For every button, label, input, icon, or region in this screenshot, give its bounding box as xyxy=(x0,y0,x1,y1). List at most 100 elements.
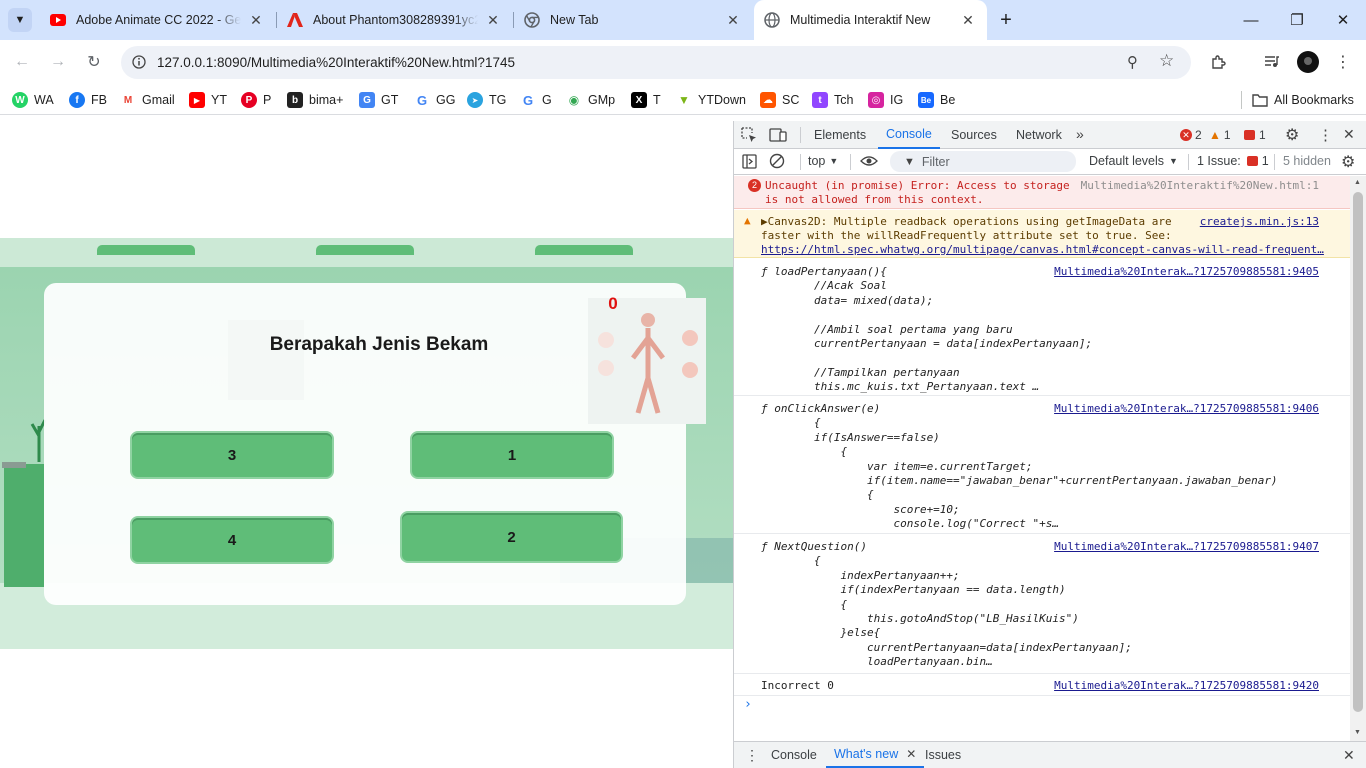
issues-label: 1 Issue: xyxy=(1197,154,1241,168)
warning-source-link[interactable]: createjs.min.js:13 xyxy=(1200,215,1319,228)
bookmark-p[interactable]: PP xyxy=(241,90,271,110)
close-window-icon[interactable]: ✕ xyxy=(1320,0,1366,40)
divider xyxy=(1188,154,1189,170)
bookmark-gmail[interactable]: M Gmail xyxy=(120,90,175,110)
drawer-tab-console[interactable]: Console xyxy=(771,742,817,768)
bookmark-t[interactable]: XT xyxy=(631,90,661,110)
tab-new-tab[interactable]: New Tab ✕ xyxy=(514,0,752,40)
info-icon[interactable] xyxy=(131,54,147,70)
warning-text-line1[interactable]: ▶Canvas2D: Multiple readback operations … xyxy=(761,215,1172,228)
bookmark-tch[interactable]: t Tch xyxy=(812,90,853,110)
close-tab-icon[interactable]: ✕ xyxy=(959,11,977,29)
console-settings-gear-icon[interactable]: ⚙ xyxy=(1341,152,1355,172)
function-source-NextQuestion[interactable]: ƒ NextQuestion() { indexPertanyaan++; if… xyxy=(761,540,1132,670)
settings-gear-icon[interactable]: ⚙ xyxy=(1285,125,1299,145)
close-drawer-icon[interactable]: ✕ xyxy=(1343,747,1355,764)
inspect-element-icon[interactable] xyxy=(741,127,757,143)
tab-multimedia-interaktif[interactable]: Multimedia Interaktif New ✕ xyxy=(754,0,987,40)
drawer-tab-whats-new[interactable]: What's new ✕ xyxy=(826,742,925,768)
close-tab-icon[interactable]: ✕ xyxy=(247,11,265,29)
bookmark-tg[interactable]: ➤ TG xyxy=(467,90,506,110)
log-source-link[interactable]: Multimedia%20Interak…?1725709885581:9407 xyxy=(1054,540,1319,553)
error-counter[interactable]: ✕ 2 xyxy=(1180,128,1202,142)
filter-input[interactable]: ▼ Filter xyxy=(890,151,1076,172)
bookmark-gmp[interactable]: ◉ GMp xyxy=(566,90,615,110)
answer-button-1[interactable]: 3 xyxy=(132,433,332,477)
close-devtools-icon[interactable]: ✕ xyxy=(1343,126,1355,143)
address-bar[interactable]: 127.0.0.1:8090/Multimedia%20Interaktif%2… xyxy=(121,46,1191,79)
issues-counter[interactable]: 1 xyxy=(1244,128,1266,142)
scrollbar-thumb[interactable] xyxy=(1353,192,1363,712)
tab-about-phantom[interactable]: About Phantom308289391yc2 ✕ xyxy=(277,0,512,40)
scroll-up-arrow-icon[interactable]: ▲ xyxy=(1354,179,1361,186)
console-prompt[interactable]: › xyxy=(744,697,752,712)
function-source-loadPertanyaan[interactable]: ƒ loadPertanyaan(){ //Acak Soal data= mi… xyxy=(761,265,1092,395)
top-tab-marker xyxy=(316,245,414,255)
device-toolbar-icon[interactable] xyxy=(769,127,787,143)
bookmark-label: WA xyxy=(34,93,54,107)
log-levels-dropdown[interactable]: Default levels ▼ xyxy=(1089,154,1178,168)
tab-adobe-animate[interactable]: Adobe Animate CC 2022 - Gen ✕ xyxy=(40,0,275,40)
log-source-link[interactable]: Multimedia%20Interak…?1725709885581:9420 xyxy=(1054,679,1319,692)
function-source-onClickAnswer[interactable]: ƒ onClickAnswer(e) { if(IsAnswer==false)… xyxy=(761,402,1278,532)
bookmark-be[interactable]: Be Be xyxy=(918,90,955,110)
bookmark-wa[interactable]: W WA xyxy=(12,90,54,110)
devtools-menu-icon[interactable]: ⋮ xyxy=(1318,126,1333,144)
more-tabs-chevron-icon[interactable]: » xyxy=(1076,126,1084,142)
live-expression-eye-icon[interactable] xyxy=(860,153,878,169)
twitch-icon: t xyxy=(812,92,828,108)
reload-icon[interactable]: ↻ xyxy=(80,48,108,76)
all-bookmarks[interactable]: All Bookmarks xyxy=(1252,90,1354,110)
tab-sources[interactable]: Sources xyxy=(951,121,997,149)
forward-arrow-icon[interactable]: → xyxy=(44,48,72,76)
new-tab-plus-icon[interactable]: + xyxy=(994,8,1018,32)
answer-button-2[interactable]: 1 xyxy=(412,433,612,477)
console-scrollbar[interactable]: ▲ ▼ xyxy=(1350,176,1366,741)
clear-console-icon[interactable] xyxy=(769,153,785,169)
answer-button-4[interactable]: 2 xyxy=(402,513,621,561)
bookmark-label: YT xyxy=(211,93,227,107)
bookmark-g[interactable]: GG xyxy=(520,90,552,110)
minimize-icon[interactable]: — xyxy=(1228,0,1274,40)
bookmark-label: Gmail xyxy=(142,93,175,107)
tab-console[interactable]: Console xyxy=(878,121,940,149)
bookmark-yt[interactable]: ▶ YT xyxy=(189,90,227,110)
sidebar-toggle-icon[interactable] xyxy=(742,154,757,169)
tab-network[interactable]: Network xyxy=(1016,121,1062,149)
back-arrow-icon[interactable]: ← xyxy=(8,48,36,76)
warning-spec-link[interactable]: https://html.spec.whatwg.org/multipage/c… xyxy=(761,243,1326,256)
error-source-link[interactable]: Multimedia%20Interaktif%20New.html:1 xyxy=(1081,179,1319,192)
bookmark-gg[interactable]: G GG xyxy=(414,90,456,110)
bookmark-gt[interactable]: G GT xyxy=(359,90,398,110)
bookmark-fb[interactable]: f FB xyxy=(69,90,107,110)
log-source-link[interactable]: Multimedia%20Interak…?1725709885581:9405 xyxy=(1054,265,1319,278)
restore-icon[interactable]: ❐ xyxy=(1274,0,1320,40)
close-drawer-tab-icon[interactable]: ✕ xyxy=(906,747,916,761)
bookmark-bima[interactable]: b bima+ xyxy=(287,90,343,110)
zoom-icon[interactable]: ⚲ xyxy=(1127,53,1138,71)
drawer-tab-issues[interactable]: Issues xyxy=(925,742,961,768)
bookmark-ytdown[interactable]: ▼ YTDown xyxy=(676,90,746,110)
question-text: Berapakah Jenis Bekam xyxy=(269,334,489,355)
answer-button-3[interactable]: 4 xyxy=(132,518,332,562)
tab-elements[interactable]: Elements xyxy=(814,121,866,149)
bookmark-sc[interactable]: ☁ SC xyxy=(760,90,799,110)
close-tab-icon[interactable]: ✕ xyxy=(484,11,502,29)
extensions-icon[interactable] xyxy=(1204,48,1232,76)
log-source-link[interactable]: Multimedia%20Interak…?1725709885581:9406 xyxy=(1054,402,1319,415)
hidden-count: 5 hidden xyxy=(1283,154,1331,168)
profile-avatar[interactable] xyxy=(1297,51,1319,73)
scroll-down-arrow-icon[interactable]: ▼ xyxy=(1354,729,1361,736)
context-selector[interactable]: top ▼ xyxy=(808,154,838,168)
bookmark-star-icon[interactable]: ☆ xyxy=(1159,51,1174,71)
divider xyxy=(800,154,801,170)
drawer-menu-icon[interactable]: ⋮ xyxy=(745,747,759,764)
bookmark-ig[interactable]: ◎ IG xyxy=(868,90,903,110)
issues-link[interactable]: 1 Issue: 1 xyxy=(1197,154,1269,168)
answer-label: 2 xyxy=(507,528,516,546)
warning-counter[interactable]: ▲ 1 xyxy=(1209,128,1231,142)
more-menu-icon[interactable]: ⋮ xyxy=(1329,48,1357,76)
close-tab-icon[interactable]: ✕ xyxy=(724,11,742,29)
media-controls-icon[interactable] xyxy=(1258,48,1286,76)
tab-search-dropdown-icon[interactable]: ▼ xyxy=(8,8,32,32)
